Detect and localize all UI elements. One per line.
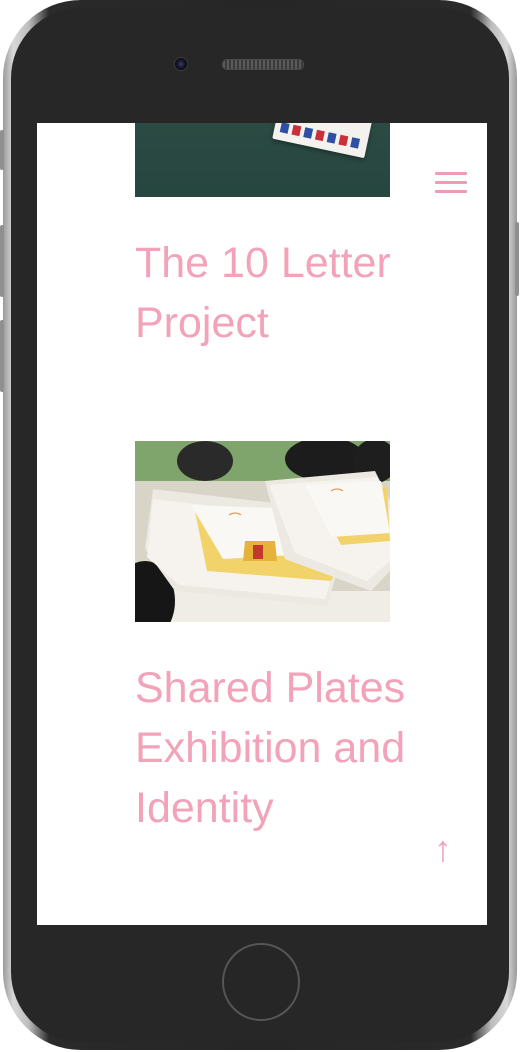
post-title-shared-plates[interactable]: Shared Plates Exhibition and Identity <box>135 658 435 838</box>
volume-down-button <box>0 320 4 392</box>
mute-switch <box>0 130 4 170</box>
volume-up-button <box>0 225 4 297</box>
hamburger-menu-icon[interactable] <box>435 171 467 195</box>
shared-plates-thumbnail[interactable] <box>135 441 390 622</box>
booklet-stack-image <box>135 441 390 622</box>
front-camera-icon <box>174 57 188 71</box>
power-button <box>515 222 519 296</box>
home-button <box>222 943 300 1021</box>
ten-letter-project-thumbnail[interactable] <box>135 123 390 197</box>
airmail-package-image <box>272 123 376 159</box>
speaker-grille <box>222 59 304 70</box>
up-arrow-icon[interactable]: ↑ <box>430 827 456 871</box>
post-title-ten-letter-project[interactable]: The 10 Letter Project <box>135 233 435 353</box>
screen: The 10 Letter Project Shared Plates Exhi… <box>37 123 487 925</box>
